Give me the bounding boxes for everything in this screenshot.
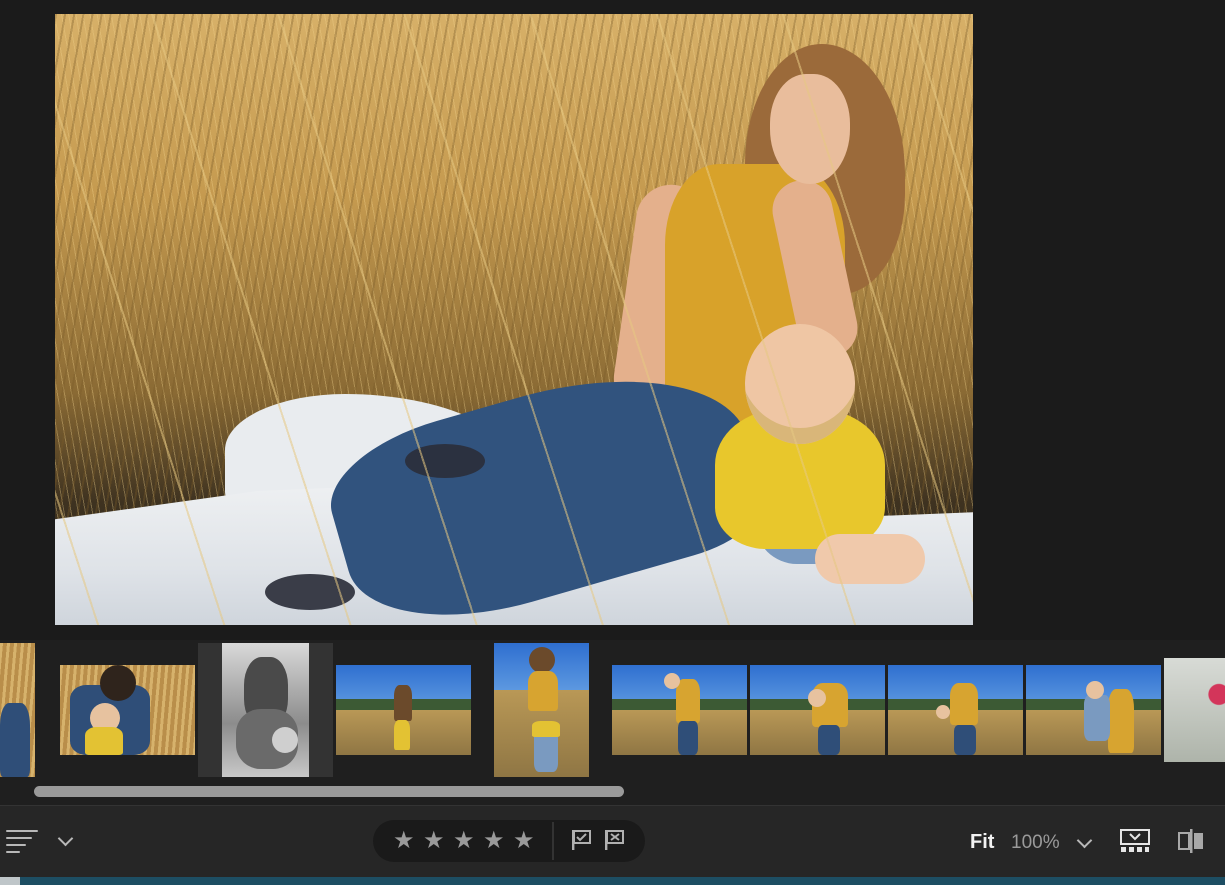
filmstrip-thumbnail[interactable] (494, 643, 589, 777)
rating-star-2[interactable]: ★ (423, 825, 445, 855)
photo-baby-head (745, 324, 855, 444)
filmstrip-thumbnail[interactable] (612, 665, 747, 755)
photo-shoe-2 (265, 574, 355, 610)
zoom-fit-button[interactable]: Fit (970, 831, 994, 854)
filmstrip-thumbnail[interactable] (60, 665, 195, 755)
filmstrip-toggle-icon[interactable] (1120, 829, 1150, 853)
compare-view-icon[interactable] (1177, 827, 1205, 855)
filmstrip-thumbnail[interactable] (1164, 658, 1225, 762)
bottom-status-strip-marker (0, 877, 20, 885)
photo-woman-face (770, 74, 850, 184)
sort-lines-icon[interactable] (6, 830, 38, 854)
photo-shoe (405, 444, 485, 478)
bottom-status-strip (0, 877, 1225, 885)
rating-flag-divider (552, 822, 554, 860)
rating-star-5[interactable]: ★ (513, 825, 535, 855)
filmstrip-scrollbar-thumb[interactable] (34, 786, 624, 797)
rating-star-1[interactable]: ★ (393, 825, 415, 855)
main-photo-preview[interactable] (55, 14, 973, 625)
flag-reject-icon[interactable] (603, 829, 625, 851)
photo-baby-leg (815, 534, 925, 584)
flag-pick-icon[interactable] (570, 829, 592, 851)
filmstrip-thumbnail[interactable] (888, 665, 1023, 755)
filmstrip-thumbnail[interactable] (0, 643, 35, 777)
filmstrip-thumbnail[interactable] (1026, 665, 1161, 755)
filmstrip-thumbnail-selected[interactable] (222, 643, 309, 777)
photo-preview-area (0, 0, 1225, 640)
rating-star-3[interactable]: ★ (453, 825, 475, 855)
rating-star-4[interactable]: ★ (483, 825, 505, 855)
filmstrip-thumbnail[interactable] (336, 665, 471, 755)
zoom-100-button[interactable]: 100% (1011, 832, 1060, 854)
filmstrip-thumbnail[interactable] (750, 665, 885, 755)
